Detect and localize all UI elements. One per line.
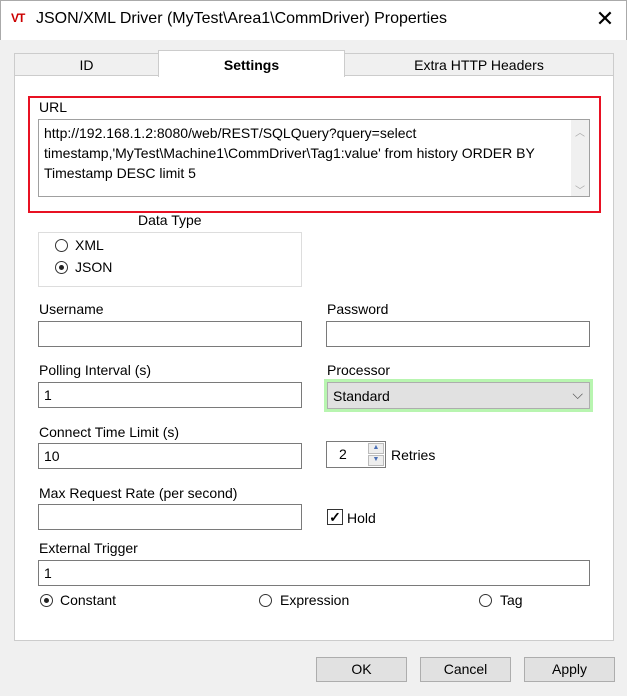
tag-label: Tag <box>500 592 523 608</box>
connect-time-limit-input[interactable]: 10 <box>38 443 302 469</box>
max-request-rate-label: Max Request Rate (per second) <box>39 485 238 501</box>
constant-radio[interactable] <box>40 594 53 607</box>
expression-radio[interactable] <box>259 594 272 607</box>
xml-label: XML <box>75 237 104 253</box>
connect-time-limit-label: Connect Time Limit (s) <box>39 424 180 440</box>
spin-down-icon[interactable]: ▼ <box>368 455 384 466</box>
retries-value: 2 <box>339 446 347 462</box>
username-input[interactable] <box>38 321 302 347</box>
password-label: Password <box>327 301 389 317</box>
tab-id[interactable]: ID <box>14 53 159 76</box>
password-input[interactable] <box>326 321 590 347</box>
processor-select[interactable]: Standard ⌵ <box>327 382 590 409</box>
cancel-button[interactable]: Cancel <box>420 657 511 682</box>
tab-extra-http-headers[interactable]: Extra HTTP Headers <box>344 53 614 76</box>
max-request-rate-input[interactable] <box>38 504 302 530</box>
chevron-down-icon: ⌵ <box>572 386 583 402</box>
close-icon[interactable]: ✕ <box>592 6 618 32</box>
processor-label: Processor <box>327 362 391 378</box>
window-title: JSON/XML Driver (MyTest\Area1\CommDriver… <box>36 10 448 27</box>
url-scrollbar[interactable]: ︿ ﹀ <box>571 120 589 197</box>
hold-label: Hold <box>347 510 376 526</box>
hold-checkbox[interactable]: ✓ <box>327 509 343 525</box>
json-radio[interactable] <box>55 261 68 274</box>
polling-interval-input[interactable]: 1 <box>38 382 302 408</box>
constant-label: Constant <box>60 592 117 608</box>
ok-button[interactable]: OK <box>316 657 407 682</box>
expression-label: Expression <box>280 592 350 608</box>
external-trigger-label: External Trigger <box>39 540 138 556</box>
url-value: http://192.168.1.2:8080/web/REST/SQLQuer… <box>44 125 535 181</box>
url-textarea[interactable]: http://192.168.1.2:8080/web/REST/SQLQuer… <box>38 119 590 197</box>
data-type-label: Data Type <box>138 212 202 228</box>
url-label: URL <box>39 99 68 115</box>
spin-up-icon[interactable]: ▲ <box>368 443 384 454</box>
xml-radio[interactable] <box>55 239 68 252</box>
polling-interval-label: Polling Interval (s) <box>39 362 152 378</box>
app-logo: VT <box>11 11 25 25</box>
tag-radio[interactable] <box>479 594 492 607</box>
apply-button[interactable]: Apply <box>524 657 615 682</box>
processor-value: Standard <box>333 388 390 404</box>
external-trigger-input[interactable]: 1 <box>38 560 590 586</box>
tab-settings[interactable]: Settings <box>158 50 345 77</box>
retries-label: Retries <box>391 447 436 463</box>
json-label: JSON <box>75 259 113 275</box>
username-label: Username <box>39 301 104 317</box>
